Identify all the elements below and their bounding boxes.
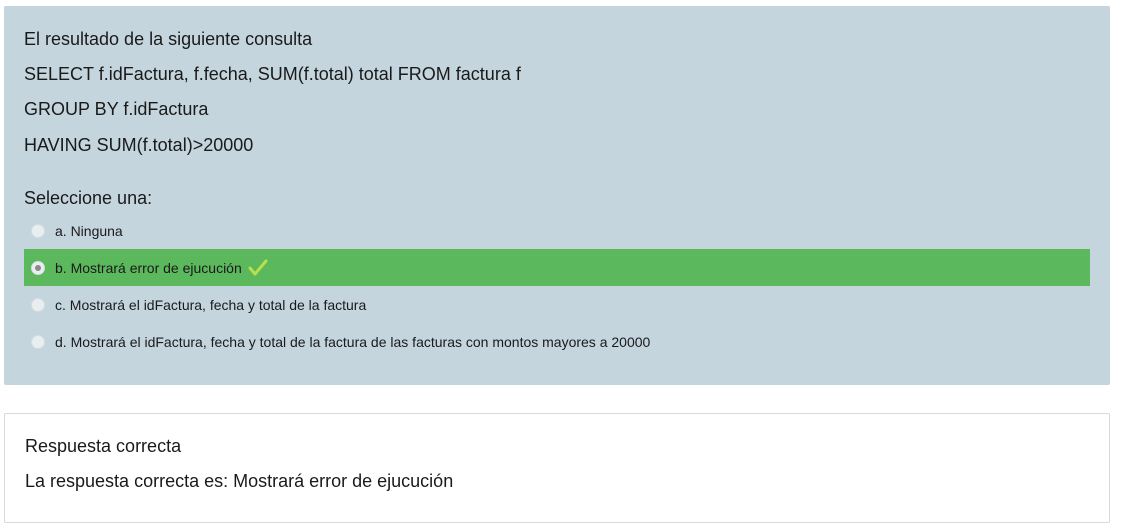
option-b-label: b. Mostrará error de ejucución [55,259,242,276]
option-a-radio[interactable] [31,223,45,238]
question-line-2: SELECT f.idFactura, f.fecha, SUM(f.total… [24,64,521,84]
question-line-4: HAVING SUM(f.total)>20000 [24,135,254,155]
option-b-radio[interactable] [31,260,45,275]
option-c[interactable]: c. Mostrará el idFactura, fecha y total … [24,286,1090,323]
option-d-radio[interactable] [31,334,45,349]
correct-answer-text: La respuesta correcta es: Mostrará error… [25,471,454,491]
question-line-3: GROUP BY f.idFactura [24,99,209,119]
option-c-radio[interactable] [31,297,45,312]
checkmark-icon [248,259,268,275]
option-a[interactable]: a. Ninguna [24,212,1090,249]
option-d[interactable]: d. Mostrará el idFactura, fecha y total … [24,323,1090,360]
question-line-1: El resultado de la siguiente consulta [24,29,313,49]
question-panel: El resultado de la siguiente consulta SE… [4,6,1110,385]
feedback-panel: Respuesta correcta La respuesta correcta… [4,413,1110,523]
option-c-label: c. Mostrará el idFactura, fecha y total … [55,296,367,313]
option-d-label: d. Mostrará el idFactura, fecha y total … [55,333,651,350]
select-prompt: Seleccione una: [24,188,153,208]
option-b[interactable]: b. Mostrará error de ejucución [24,249,1090,286]
option-a-label: a. Ninguna [55,222,123,239]
feedback-status: Respuesta correcta [25,436,182,456]
